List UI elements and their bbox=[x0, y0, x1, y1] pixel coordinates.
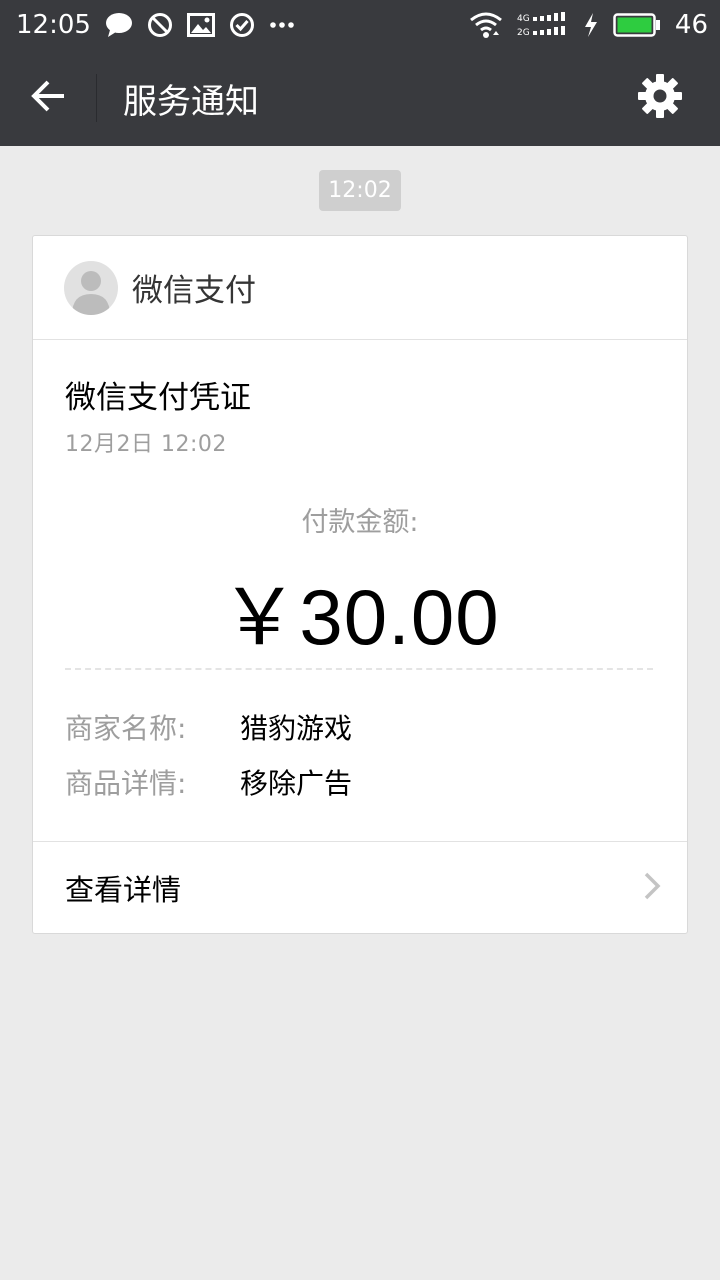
product-value: 移除广告 bbox=[240, 767, 353, 800]
battery-icon bbox=[613, 13, 661, 37]
gear-icon bbox=[636, 72, 684, 124]
card-date: 12月2日 12:02 bbox=[65, 432, 227, 457]
image-icon bbox=[186, 13, 215, 37]
status-bar: 12:05 4G 2G 46 bbox=[0, 0, 720, 50]
card-header: 微信支付 bbox=[33, 236, 687, 340]
view-details-link[interactable]: 查看详情 bbox=[33, 841, 687, 934]
signal-icon: 4G 2G bbox=[517, 12, 569, 38]
status-bar-right: 4G 2G 46 bbox=[469, 10, 708, 40]
chevron-right-icon bbox=[643, 871, 661, 905]
merchant-value: 猎豹游戏 bbox=[240, 712, 353, 745]
status-time: 12:05 bbox=[16, 10, 91, 40]
back-button[interactable] bbox=[0, 50, 96, 146]
product-row: 商品详情: 移除广告 bbox=[65, 762, 352, 802]
card-title: 微信支付凭证 bbox=[65, 380, 251, 416]
status-bar-left: 12:05 bbox=[16, 10, 295, 40]
merchant-key: 商家名称: bbox=[65, 712, 187, 745]
amount-label: 付款金额: bbox=[301, 507, 419, 538]
net-4g-label: 4G bbox=[517, 14, 530, 24]
amount-value: ￥30.00 bbox=[220, 573, 500, 661]
merchant-row: 商家名称: 猎豹游戏 bbox=[65, 707, 352, 747]
dashed-divider bbox=[65, 668, 653, 670]
appbar-divider bbox=[96, 74, 97, 122]
settings-button[interactable] bbox=[612, 50, 708, 146]
view-details-label: 查看详情 bbox=[65, 873, 182, 907]
charging-icon bbox=[583, 12, 599, 38]
more-dots-icon bbox=[269, 21, 295, 29]
payment-notification-card[interactable]: 微信支付 微信支付凭证 12月2日 12:02 付款金额: ￥30.00 商家名… bbox=[32, 235, 688, 934]
message-timestamp: 12:02 bbox=[319, 170, 401, 211]
chat-bubble-icon bbox=[105, 12, 133, 38]
back-arrow-icon bbox=[30, 80, 66, 116]
check-circle-icon bbox=[229, 12, 255, 38]
app-bar: 服务通知 bbox=[0, 50, 720, 146]
net-2g-label: 2G bbox=[517, 28, 530, 38]
battery-level: 46 bbox=[674, 10, 708, 40]
product-key: 商品详情: bbox=[65, 767, 187, 800]
avatar bbox=[64, 260, 118, 315]
person-icon bbox=[72, 270, 110, 315]
sender-name: 微信支付 bbox=[132, 273, 256, 309]
blocked-icon bbox=[147, 12, 173, 38]
wifi-icon bbox=[469, 11, 503, 39]
page-title: 服务通知 bbox=[123, 81, 259, 122]
